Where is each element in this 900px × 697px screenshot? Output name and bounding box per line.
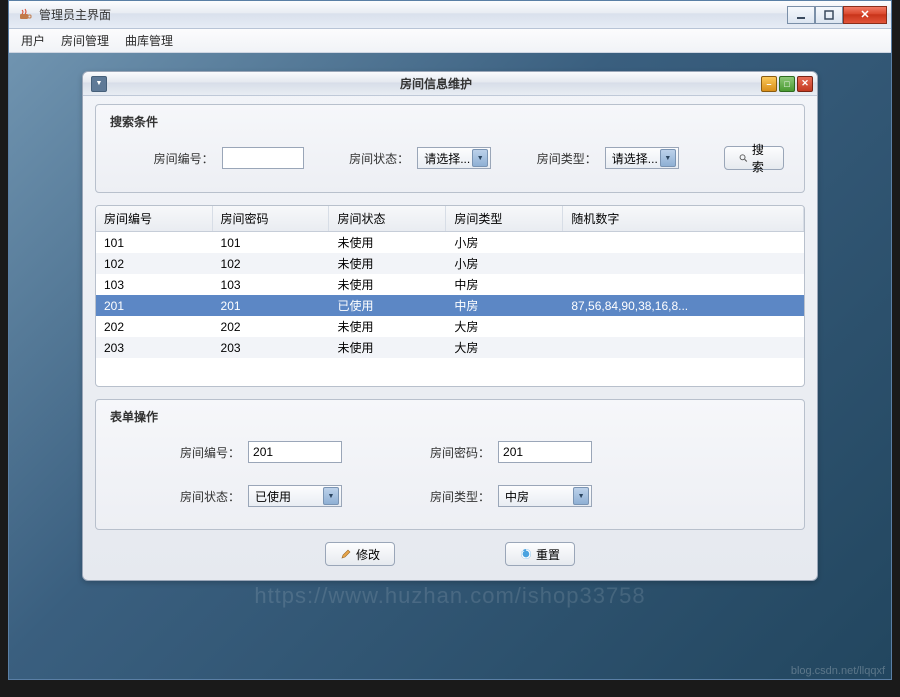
table-cell: 202 [212, 316, 329, 337]
table-cell: 102 [212, 253, 329, 274]
table-cell: 未使用 [329, 274, 446, 295]
search-room-type-combo[interactable]: 请选择... [605, 147, 679, 169]
table-row[interactable]: 203203未使用大房 [96, 337, 804, 358]
watermark-corner: blog.csdn.net/llqqxf [791, 665, 885, 677]
form-room-password-label: 房间密码： [430, 444, 490, 461]
table-cell: 203 [212, 337, 329, 358]
table-cell: 未使用 [329, 337, 446, 358]
table-row[interactable]: 202202未使用大房 [96, 316, 804, 337]
mdi-desktop-area: 房间信息维护 – □ ✕ 搜索条件 房间编号： 房间状态： [9, 53, 891, 679]
reset-icon [520, 548, 532, 560]
chevron-down-icon [573, 487, 589, 505]
table-cell [563, 274, 804, 295]
window-close-button[interactable]: ✕ [843, 6, 887, 24]
dialog-minimize-button[interactable]: – [761, 76, 777, 92]
table-cell: 大房 [446, 316, 563, 337]
window-minimize-button[interactable] [787, 6, 815, 24]
search-room-status-combo[interactable]: 请选择... [417, 147, 491, 169]
dialog-system-menu-icon[interactable] [91, 76, 107, 92]
table-cell [563, 232, 804, 254]
table-cell: 小房 [446, 253, 563, 274]
form-room-type-label: 房间类型： [430, 488, 490, 505]
table-cell: 201 [96, 295, 212, 316]
modify-button[interactable]: 修改 [325, 542, 395, 566]
menubar: 用户 房间管理 曲库管理 [9, 29, 891, 53]
table-cell: 101 [212, 232, 329, 254]
search-panel-title: 搜索条件 [110, 113, 790, 130]
table-cell: 102 [96, 253, 212, 274]
form-room-number-label: 房间编号： [180, 444, 240, 461]
table-cell: 103 [212, 274, 329, 295]
menu-song-management[interactable]: 曲库管理 [119, 29, 179, 52]
form-panel: 表单操作 房间编号： 房间密码： 房间状态： 已使用 [95, 399, 805, 530]
search-panel: 搜索条件 房间编号： 房间状态： 请选择... 房间类型： [95, 104, 805, 193]
table-cell: 103 [96, 274, 212, 295]
window-maximize-button[interactable] [815, 6, 843, 24]
java-cup-icon [17, 7, 33, 23]
pencil-icon [340, 548, 352, 560]
room-info-dialog: 房间信息维护 – □ ✕ 搜索条件 房间编号： 房间状态： [82, 71, 818, 581]
watermark: https://www.huzhan.com/ishop33758 [9, 583, 891, 609]
table-cell: 中房 [446, 274, 563, 295]
form-room-type-combo[interactable]: 中房 [498, 485, 592, 507]
dialog-maximize-button[interactable]: □ [779, 76, 795, 92]
table-cell: 203 [96, 337, 212, 358]
window-title: 管理员主界面 [39, 6, 787, 23]
form-panel-title: 表单操作 [110, 408, 790, 425]
table-cell: 已使用 [329, 295, 446, 316]
search-room-type-label: 房间类型： [537, 150, 597, 167]
column-header[interactable]: 房间密码 [212, 206, 329, 232]
search-room-status-label: 房间状态： [349, 150, 409, 167]
window-titlebar[interactable]: 管理员主界面 ✕ [9, 1, 891, 29]
chevron-down-icon [323, 487, 339, 505]
table-row[interactable]: 201201已使用中房87,56,84,90,38,16,8... [96, 295, 804, 316]
form-room-status-label: 房间状态： [180, 488, 240, 505]
table-cell: 未使用 [329, 253, 446, 274]
column-header[interactable]: 房间编号 [96, 206, 212, 232]
table-row[interactable]: 103103未使用中房 [96, 274, 804, 295]
table-cell: 中房 [446, 295, 563, 316]
form-room-number-input[interactable] [248, 441, 342, 463]
table-cell: 未使用 [329, 232, 446, 254]
menu-room-management[interactable]: 房间管理 [55, 29, 115, 52]
table-cell: 大房 [446, 337, 563, 358]
search-room-number-label: 房间编号： [154, 150, 214, 167]
reset-button[interactable]: 重置 [505, 542, 575, 566]
dialog-title: 房间信息维护 [111, 75, 761, 92]
table-cell: 202 [96, 316, 212, 337]
chevron-down-icon [472, 149, 488, 167]
form-room-status-combo[interactable]: 已使用 [248, 485, 342, 507]
form-room-password-input[interactable] [498, 441, 592, 463]
menu-user[interactable]: 用户 [15, 29, 51, 52]
dialog-titlebar[interactable]: 房间信息维护 – □ ✕ [83, 72, 817, 96]
table-row[interactable]: 101101未使用小房 [96, 232, 804, 254]
table-row[interactable]: 102102未使用小房 [96, 253, 804, 274]
chevron-down-icon [660, 149, 676, 167]
table-cell: 101 [96, 232, 212, 254]
column-header[interactable]: 房间类型 [446, 206, 563, 232]
main-window: 管理员主界面 ✕ 用户 房间管理 曲库管理 房间信息维护 – □ ✕ [8, 0, 892, 680]
column-header[interactable]: 随机数字 [563, 206, 804, 232]
table-cell: 201 [212, 295, 329, 316]
table-cell: 未使用 [329, 316, 446, 337]
column-header[interactable]: 房间状态 [329, 206, 446, 232]
search-room-number-input[interactable] [222, 147, 304, 169]
table-cell: 小房 [446, 232, 563, 254]
dialog-close-button[interactable]: ✕ [797, 76, 813, 92]
search-icon [739, 152, 748, 164]
search-button[interactable]: 搜索 [724, 146, 784, 170]
table-cell [563, 253, 804, 274]
table-cell [563, 337, 804, 358]
table-cell [563, 316, 804, 337]
room-table[interactable]: 房间编号房间密码房间状态房间类型随机数字 101101未使用小房102102未使… [95, 205, 805, 387]
table-cell: 87,56,84,90,38,16,8... [563, 295, 804, 316]
